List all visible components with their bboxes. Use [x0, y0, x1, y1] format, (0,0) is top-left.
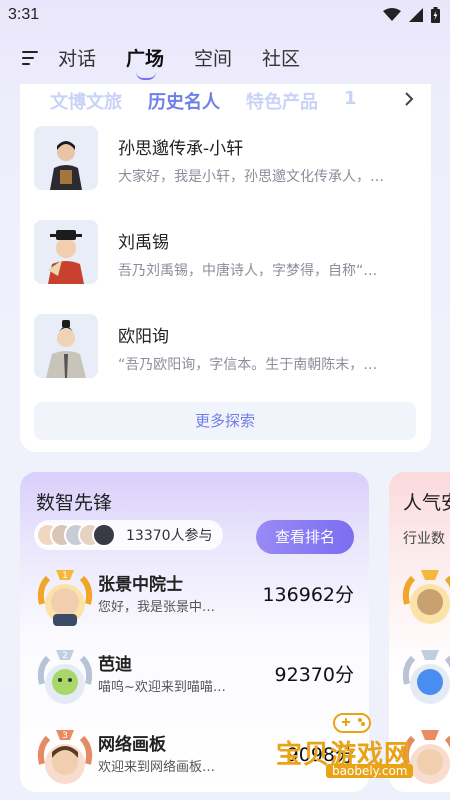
participants-badge: 13370人参与 — [34, 520, 223, 550]
ranking-title: 数智先锋 — [36, 492, 113, 514]
avatar — [34, 126, 98, 190]
avatar — [92, 523, 116, 547]
list-item[interactable]: 刘禹锡 吾乃刘禹锡，中唐诗人，字梦得，自称“… — [34, 218, 420, 312]
rank-score: 136962分 — [262, 584, 354, 606]
tab-square[interactable]: 广场 — [126, 44, 164, 80]
svg-text:3: 3 — [62, 731, 68, 741]
featured-card: 文博文旅 历史名人 特色产品 1 孙思邈传承-小轩 大家好，我是小轩，孙思邈文化… — [20, 84, 431, 452]
category-tab-more[interactable]: 1 — [344, 88, 357, 114]
person-name: 孙思邈传承-小轩 — [118, 139, 244, 159]
person-name: 刘禹锡 — [118, 233, 169, 253]
gold-medal-icon — [402, 570, 450, 624]
rank-desc: 您好，我是张景中… — [98, 600, 216, 615]
participants-count: 13370人参与 — [126, 528, 213, 544]
person-desc: 吾乃刘禹锡，中唐诗人，字梦得，自称“… — [118, 263, 378, 279]
gold-medal-icon: 1 — [37, 570, 93, 626]
svg-text:2: 2 — [62, 651, 68, 661]
popular-title: 人气安 — [403, 492, 450, 514]
category-tabs: 文博文旅 历史名人 特色产品 1 — [50, 88, 357, 114]
status-bar: 3:31 — [0, 0, 450, 32]
people-list: 孙思邈传承-小轩 大家好，我是小轩，孙思邈文化传承人，… 刘禹锡 吾乃刘禹锡，中… — [34, 124, 420, 406]
tab-chat[interactable]: 对话 — [58, 44, 96, 71]
view-ranking-button[interactable]: 查看排名 — [256, 520, 354, 554]
bronze-medal-icon: 3 — [37, 730, 93, 784]
status-icons — [383, 7, 440, 23]
person-desc: “吾乃欧阳询，字信本。生于南朝陈末，… — [118, 357, 378, 373]
rank-name: 张景中院士 — [98, 575, 183, 595]
rank-name: 网络画板 — [98, 735, 166, 755]
list-item[interactable]: 孙思邈传承-小轩 大家好，我是小轩，孙思邈文化传承人，… — [34, 124, 420, 218]
gamepad-icon — [333, 713, 371, 733]
wifi-icon — [383, 8, 401, 21]
svg-text:1: 1 — [62, 571, 68, 581]
rank-row[interactable]: 1 张景中院士 您好，我是张景中… 136962分 — [34, 564, 364, 644]
category-tab-products[interactable]: 特色产品 — [246, 88, 318, 114]
menu-icon[interactable] — [22, 50, 40, 66]
rank-desc: 喵呜~欢迎来到喵喵… — [98, 680, 226, 695]
popular-subtitle: 行业数 — [403, 531, 445, 547]
category-tab-culture[interactable]: 文博文旅 — [50, 88, 122, 114]
rank-desc: 欢迎来到网络画板… — [98, 760, 216, 775]
signal-icon — [409, 8, 423, 22]
tab-community[interactable]: 社区 — [262, 44, 300, 71]
rank-score: 92370分 — [274, 664, 354, 686]
silver-medal-icon: 2 — [37, 650, 93, 704]
rank-name: 芭迪 — [98, 655, 132, 675]
watermark-url: baobely.com — [326, 764, 414, 778]
avatar — [34, 220, 98, 284]
person-desc: 大家好，我是小轩，孙思邈文化传承人，… — [118, 169, 384, 185]
battery-icon — [431, 7, 440, 23]
tab-space[interactable]: 空间 — [194, 44, 232, 71]
avatar — [34, 314, 98, 378]
nav-tabs: 对话 广场 空间 社区 — [58, 44, 300, 80]
status-time: 3:31 — [8, 6, 40, 23]
list-item[interactable]: 欧阳询 “吾乃欧阳询，字信本。生于南朝陈末，… — [34, 312, 420, 406]
person-name: 欧阳询 — [118, 327, 169, 347]
participant-avatars — [36, 523, 116, 547]
explore-more-button[interactable]: 更多探索 — [34, 402, 416, 440]
chevron-right-icon[interactable] — [403, 92, 415, 106]
category-tab-history[interactable]: 历史名人 — [148, 88, 220, 114]
top-nav: 对话 广场 空间 社区 — [0, 40, 450, 80]
watermark: 宝贝游戏网 baobely.com — [270, 706, 450, 786]
